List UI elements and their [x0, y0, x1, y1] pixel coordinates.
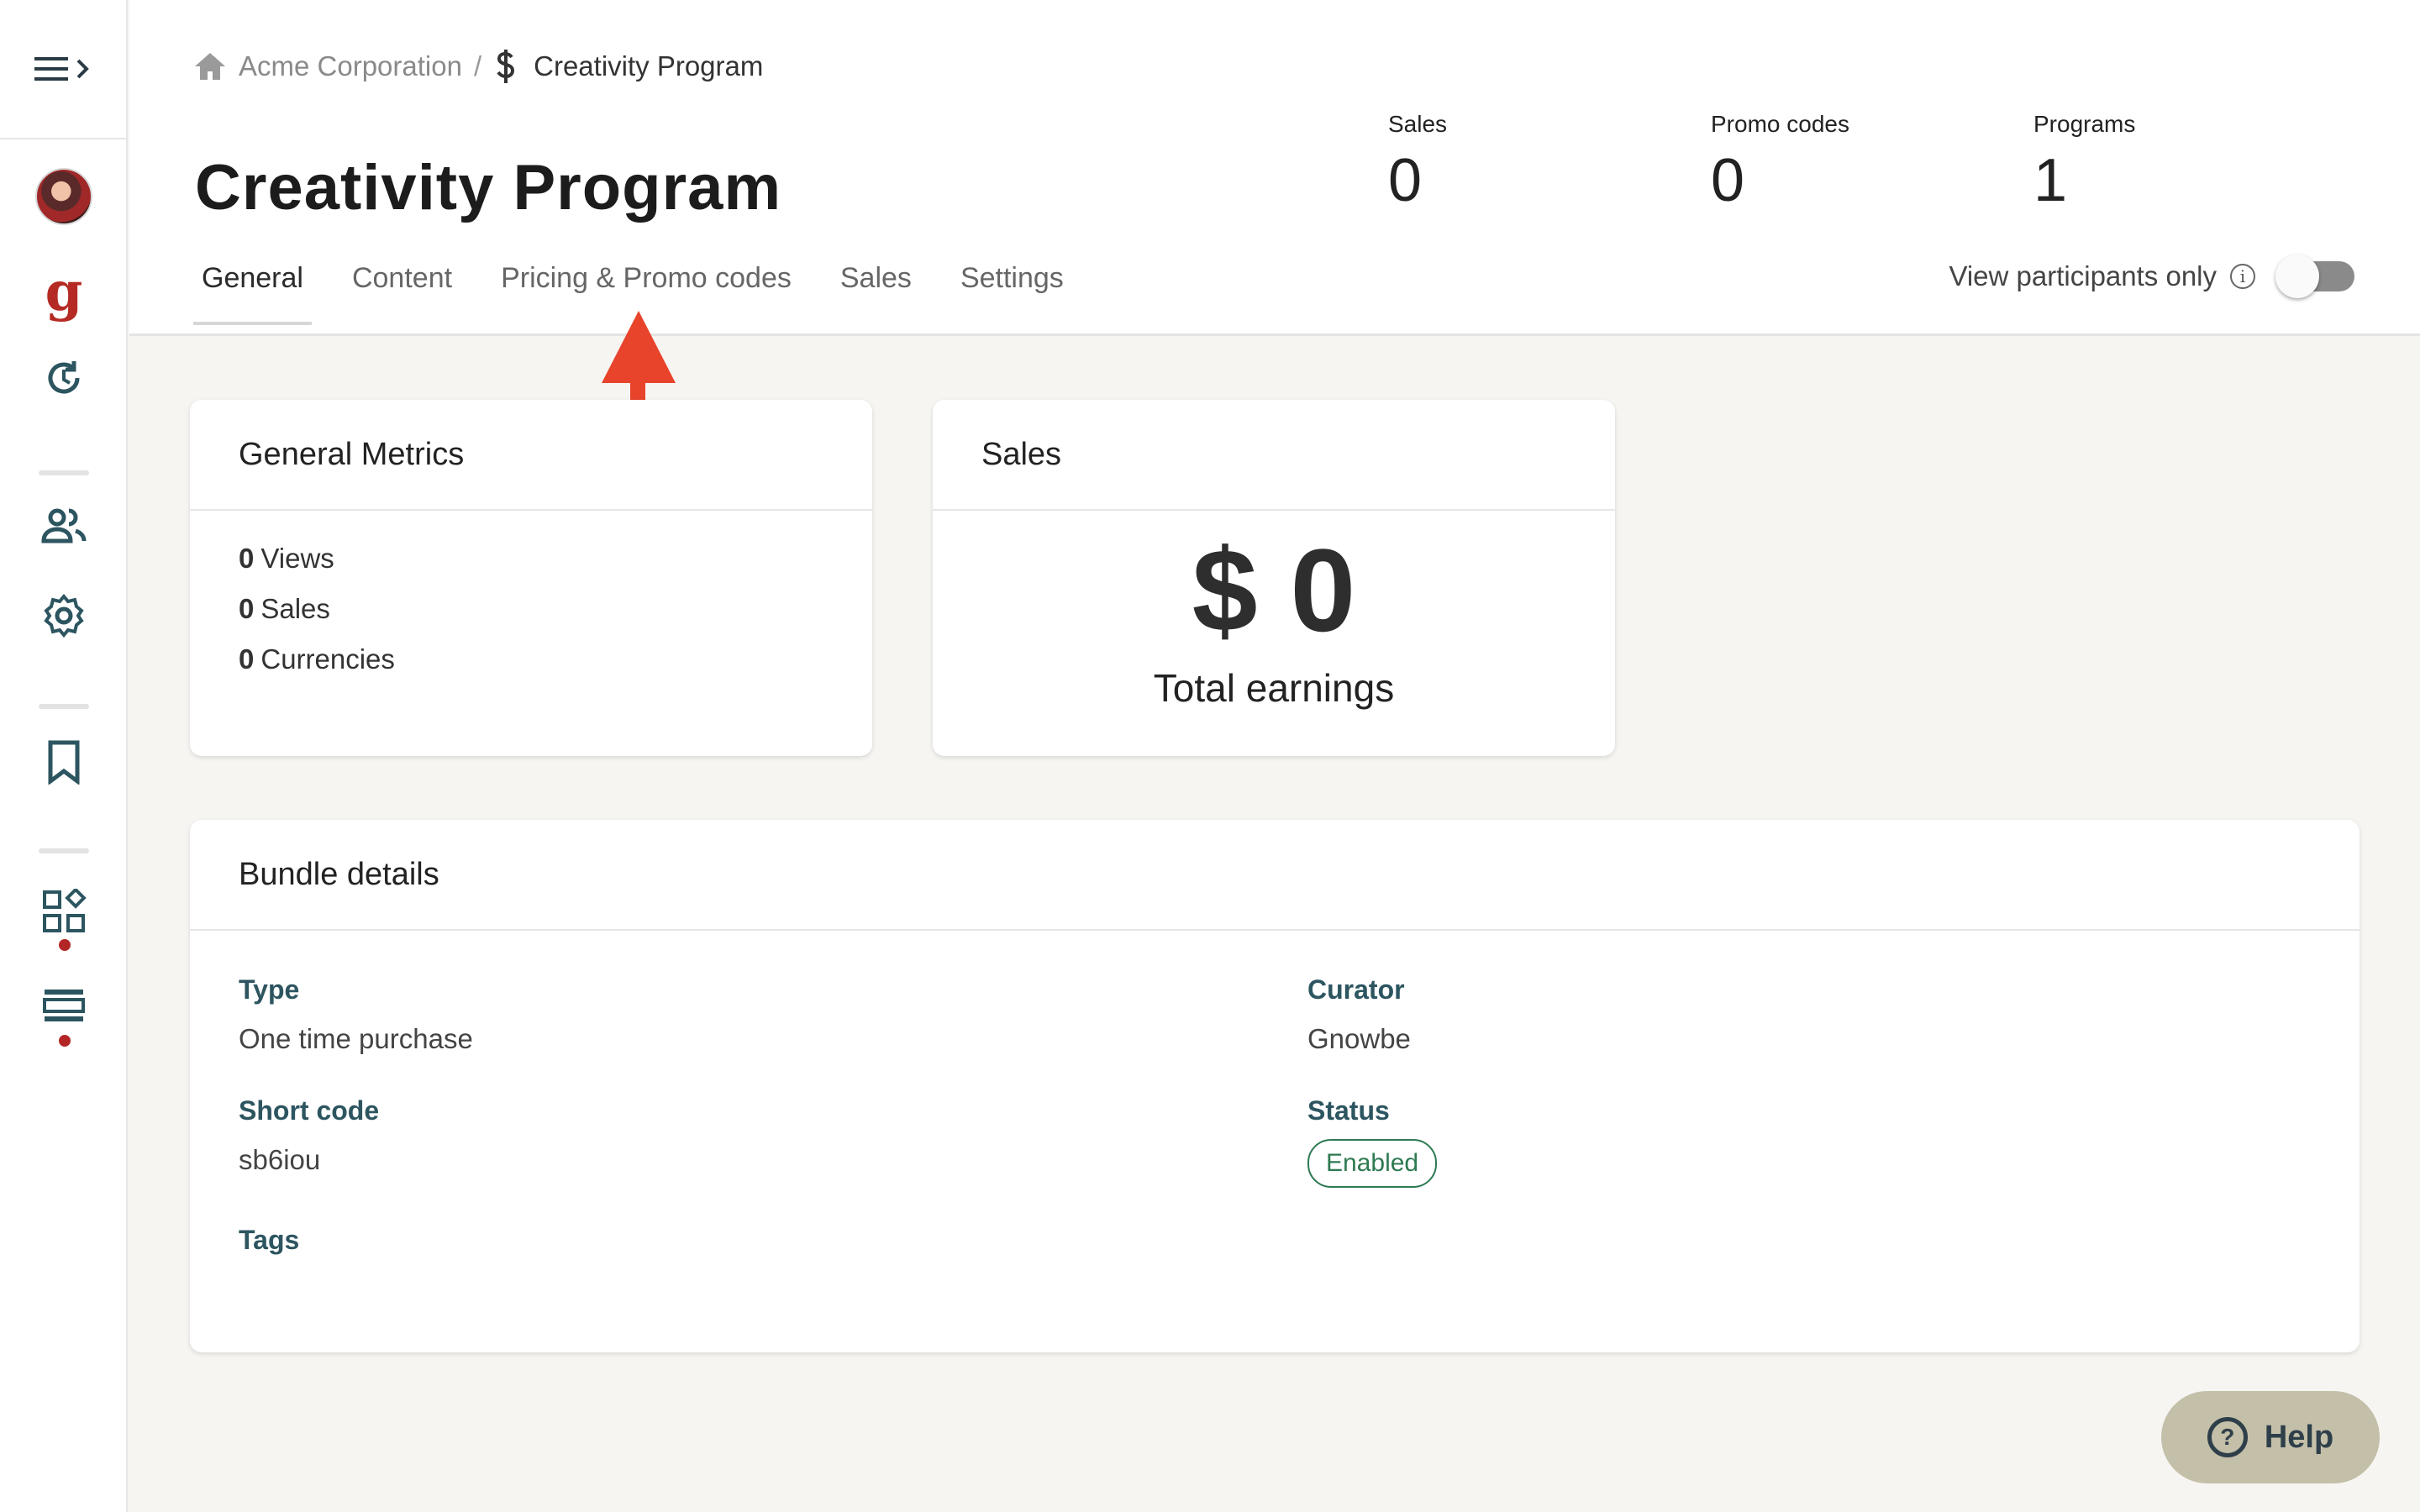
- card-title: Sales: [933, 400, 1615, 511]
- notification-dot: [59, 1035, 71, 1047]
- metric-label: Views: [260, 543, 334, 574]
- metric-sales: 0 Sales: [239, 593, 872, 625]
- sidebar-toggle[interactable]: [0, 0, 126, 139]
- sidebar-item-history[interactable]: [0, 356, 128, 400]
- people-icon[interactable]: [40, 507, 87, 544]
- help-button[interactable]: ? Help: [2161, 1391, 2380, 1483]
- card-title: Bundle details: [190, 820, 2360, 931]
- breadcrumb: Acme Corporation / Creativity Program: [193, 49, 763, 84]
- view-participants-toggle[interactable]: [2275, 255, 2354, 298]
- help-label: Help: [2264, 1419, 2334, 1455]
- sidebar: g: [0, 0, 128, 1512]
- view-participants-toggle-row: View participants only i: [1949, 255, 2354, 298]
- avatar[interactable]: [35, 168, 92, 225]
- breadcrumb-separator: /: [473, 50, 482, 81]
- sidebar-divider: [39, 704, 89, 709]
- bundle-details-body: Type One time purchase Short code sb6iou…: [190, 931, 2360, 1351]
- bookmark-icon[interactable]: [45, 739, 82, 785]
- dollar-icon: [497, 50, 515, 83]
- stat-sales: Sales 0: [1388, 111, 1447, 215]
- help-icon: ?: [2207, 1417, 2248, 1457]
- stat-label: Programs: [2033, 111, 2136, 137]
- sidebar-avatar[interactable]: [0, 168, 128, 225]
- notification-dot: [59, 939, 71, 951]
- sidebar-divider: [39, 848, 89, 853]
- home-icon[interactable]: [193, 51, 227, 81]
- sidebar-item-layout[interactable]: [0, 986, 128, 1026]
- general-metrics-card: General Metrics 0 Views 0 Sales 0 Currencie…: [190, 400, 872, 756]
- metric-label: Currencies: [260, 643, 395, 675]
- sales-card: Sales $ 0 Total earnings: [933, 400, 1615, 756]
- program-header: Acme Corporation / Creativity Program Cr…: [129, 0, 2420, 336]
- stat-value: 0: [1388, 147, 1423, 214]
- view-participants-label: View participants only: [1949, 260, 2217, 291]
- info-icon[interactable]: i: [2230, 264, 2255, 289]
- apps-icon[interactable]: [41, 889, 87, 934]
- breadcrumb-root-link[interactable]: Acme Corporation: [239, 50, 462, 82]
- sidebar-divider: [39, 470, 89, 475]
- stat-value: 0: [1711, 147, 1745, 214]
- curator-label: Curator: [1307, 974, 1405, 1005]
- tab-content[interactable]: Content: [352, 262, 452, 325]
- stat-promo-codes: Promo codes 0: [1711, 111, 1849, 215]
- tab-general[interactable]: General: [193, 262, 312, 325]
- metrics-list: 0 Views 0 Sales 0 Currencies: [190, 511, 872, 675]
- breadcrumb-current: Creativity Program: [534, 50, 764, 81]
- page-title: Creativity Program: [195, 152, 782, 223]
- history-icon[interactable]: [42, 356, 86, 400]
- annotation-arrow-head: [602, 311, 676, 383]
- type-value: One time purchase: [239, 1023, 473, 1054]
- sidebar-item-apps[interactable]: [0, 889, 128, 934]
- metric-value: 0: [239, 543, 255, 574]
- brand-logo-icon[interactable]: g: [45, 265, 83, 319]
- stat-label: Sales: [1388, 111, 1448, 137]
- metric-value: 0: [239, 593, 255, 624]
- short-code-label: Short code: [239, 1095, 380, 1126]
- sidebar-item-brand[interactable]: g: [0, 265, 128, 319]
- gear-icon[interactable]: [41, 593, 87, 638]
- tab-sales[interactable]: Sales: [840, 262, 912, 325]
- metric-label: Sales: [260, 593, 330, 624]
- tags-label: Tags: [239, 1225, 300, 1255]
- sidebar-item-people[interactable]: [0, 507, 128, 544]
- stat-label: Promo codes: [1711, 111, 1849, 137]
- hamburger-menu-icon[interactable]: [29, 52, 97, 86]
- tab-settings[interactable]: Settings: [960, 262, 1064, 325]
- bundle-details-card: Bundle details Type One time purchase Sh…: [190, 820, 2360, 1352]
- status-label: Status: [1307, 1095, 1390, 1126]
- toggle-knob: [2275, 255, 2319, 298]
- card-title: General Metrics: [190, 400, 872, 511]
- short-code-value: sb6iou: [239, 1144, 321, 1175]
- sidebar-item-settings[interactable]: [0, 593, 128, 638]
- sidebar-item-bookmarks[interactable]: [0, 739, 128, 785]
- type-label: Type: [239, 974, 300, 1005]
- curator-value: Gnowbe: [1307, 1023, 1411, 1054]
- layout-icon[interactable]: [41, 986, 87, 1026]
- stat-value: 1: [2033, 147, 2068, 214]
- metric-currencies: 0 Currencies: [239, 643, 872, 675]
- total-earnings-value: $ 0: [1192, 524, 1356, 656]
- status-badge: Enabled: [1307, 1139, 1438, 1188]
- metric-value: 0: [239, 643, 255, 675]
- total-earnings-label: Total earnings: [1153, 666, 1395, 710]
- stat-programs: Programs 1: [2033, 111, 2135, 215]
- metric-views: 0 Views: [239, 543, 872, 575]
